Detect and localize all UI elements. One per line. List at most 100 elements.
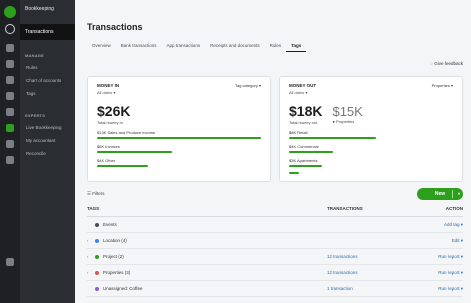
- create-icon[interactable]: [5, 24, 15, 34]
- apps-icon[interactable]: [6, 156, 14, 164]
- table-row[interactable]: Events Add tag ▾: [87, 217, 463, 233]
- chevron-right-icon[interactable]: ›: [87, 238, 91, 243]
- transactions-link[interactable]: 12 transactions: [327, 254, 413, 259]
- sidebar-section-experts: EXPERTS: [25, 113, 46, 118]
- bookkeeping-icon[interactable]: [6, 124, 14, 132]
- row-action[interactable]: Run report ▾: [413, 270, 463, 276]
- tag-color-dot: [95, 238, 99, 243]
- tag-color-dot: [95, 286, 99, 291]
- breakdown-row: $4K Commercial: [289, 144, 453, 153]
- transactions-link[interactable]: 1 transaction: [327, 286, 413, 291]
- breakdown-bar: [289, 151, 334, 153]
- breakdown-label: $3K Apartments: [289, 158, 318, 163]
- tab-bar: Overview Bank transactions App transacti…: [87, 43, 307, 52]
- money-in-amount: $26K: [97, 103, 131, 119]
- chevron-down-icon[interactable]: ▾: [458, 191, 460, 196]
- row-action[interactable]: Edit ▾: [413, 238, 463, 244]
- icon-rail: [0, 0, 20, 303]
- grid-icon[interactable]: [6, 92, 14, 100]
- tab-app-transactions[interactable]: App transactions: [162, 43, 206, 52]
- tab-overview[interactable]: Overview: [87, 43, 116, 52]
- money-out-period[interactable]: All dates ▾: [289, 90, 453, 95]
- report-icon[interactable]: [6, 140, 14, 148]
- row-action[interactable]: Run report ▾: [413, 286, 463, 292]
- row-action[interactable]: Add tag ▾: [413, 222, 463, 228]
- breakdown-label: $8K Retail: [289, 130, 308, 135]
- money-out-label: MONEY OUT: [289, 83, 317, 88]
- header-tags[interactable]: TAGS: [87, 206, 327, 211]
- breakdown-label: $6K Invoices: [97, 144, 120, 149]
- breakdown-row: $6K Invoices: [97, 144, 261, 153]
- activity-icon[interactable]: [6, 60, 14, 68]
- tag-color-dot: [95, 254, 99, 259]
- tag-name: Location (4): [103, 238, 127, 243]
- tag-name: Project (2): [103, 254, 124, 259]
- tag-name: Events: [103, 222, 117, 227]
- main-content: Transactions Overview Bank transactions …: [75, 0, 471, 303]
- breakdown-label: $13K Sales and Produce income: [97, 130, 156, 135]
- money-in-period[interactable]: All dates ▾: [97, 90, 261, 95]
- gear-icon[interactable]: [6, 258, 14, 266]
- breakdown-bar: [97, 137, 261, 139]
- tag-cell: › Properties (3): [87, 270, 327, 275]
- sidebar-item-reconcile[interactable]: Reconcile: [20, 147, 75, 160]
- breakdown-bar: [289, 165, 322, 167]
- give-feedback-link[interactable]: ◌ Give feedback: [430, 61, 463, 66]
- sidebar: Bookkeeping Transactions MANAGE Rules Ch…: [20, 0, 75, 303]
- breakdown-label: $4K Commercial: [289, 144, 319, 149]
- tab-tags[interactable]: Tags: [286, 43, 307, 52]
- sidebar-item-live-bookkeeping[interactable]: Live Bookkeeping: [20, 121, 75, 134]
- app-logo-icon[interactable]: [4, 6, 16, 18]
- money-in-dropdown[interactable]: Tag category ▾: [235, 83, 261, 88]
- table-row[interactable]: › Location (4) Edit ▾: [87, 233, 463, 249]
- tab-bank-transactions[interactable]: Bank transactions: [116, 43, 162, 52]
- row-action[interactable]: Run report ▾: [413, 254, 463, 260]
- money-out-alt-sub: ● Properties: [332, 119, 355, 124]
- sidebar-item-chart-of-accounts[interactable]: Chart of accounts: [20, 74, 75, 87]
- tag-color-dot: [95, 222, 99, 227]
- tag-name: Properties (3): [103, 270, 131, 275]
- breakdown-label: $4K Other: [97, 158, 116, 163]
- chevron-right-icon[interactable]: ›: [87, 254, 91, 259]
- header-transactions[interactable]: TRANSACTIONS: [327, 206, 413, 211]
- tag-cell: › Location (4): [87, 238, 327, 243]
- feedback-label: Give feedback: [434, 61, 463, 66]
- table-row[interactable]: Unassigned: Coffee 1 transaction Run repor…: [87, 281, 463, 297]
- bookmark-icon[interactable]: [6, 44, 14, 52]
- table-row[interactable]: › Properties (3) 12 transactions Run report…: [87, 265, 463, 281]
- money-out-dropdown[interactable]: Properties ▾: [432, 83, 453, 88]
- sidebar-title: Bookkeeping: [25, 6, 54, 12]
- tag-cell: Events: [87, 222, 327, 227]
- chevron-right-icon[interactable]: ›: [87, 270, 91, 275]
- new-button-label: New: [434, 191, 446, 197]
- new-button[interactable]: New ▾: [417, 188, 463, 200]
- transactions-link[interactable]: 12 transactions: [327, 270, 413, 275]
- breakdown-row: $3K Apartments: [289, 158, 453, 167]
- chart-icon[interactable]: [6, 76, 14, 84]
- tags-table: TAGS TRANSACTIONS ACTION Events Add tag ▾…: [87, 206, 463, 297]
- sidebar-section-manage: MANAGE: [25, 53, 44, 58]
- money-out-card: MONEY OUT All dates ▾ Properties ▾ $18K …: [279, 76, 463, 182]
- tab-rules[interactable]: Rules: [265, 43, 287, 52]
- sidebar-item-tags[interactable]: Tags: [20, 87, 75, 100]
- tag-name: Unassigned: Coffee: [103, 286, 143, 291]
- breakdown-row: $4K Other: [97, 158, 261, 167]
- header-action: ACTION: [445, 206, 463, 211]
- sidebar-item-transactions[interactable]: Transactions: [20, 24, 75, 40]
- money-in-card: MONEY IN All dates ▾ Tag category ▾ $26K…: [87, 76, 271, 182]
- breakdown-row: $13K Sales and Produce income: [97, 130, 261, 139]
- list-icon[interactable]: [6, 108, 14, 116]
- sidebar-item-my-accountant[interactable]: My accountant: [20, 134, 75, 147]
- money-out-alt-amount: $15K: [332, 104, 363, 119]
- money-in-amount-sub: Total money in: [97, 120, 123, 125]
- breakdown-bar: [97, 151, 173, 153]
- tab-receipts[interactable]: Receipts and documents: [205, 43, 265, 52]
- tag-color-dot: [95, 270, 99, 275]
- tag-cell: › Project (2): [87, 254, 327, 259]
- table-row[interactable]: › Project (2) 12 transactions Run report ▾: [87, 249, 463, 265]
- breakdown-bar: [97, 165, 148, 167]
- money-out-amount: $18K: [289, 103, 323, 119]
- sidebar-item-rules[interactable]: Rules: [20, 61, 75, 74]
- filters-button[interactable]: ☰ Filters: [87, 191, 105, 197]
- page-title: Transactions: [87, 22, 143, 32]
